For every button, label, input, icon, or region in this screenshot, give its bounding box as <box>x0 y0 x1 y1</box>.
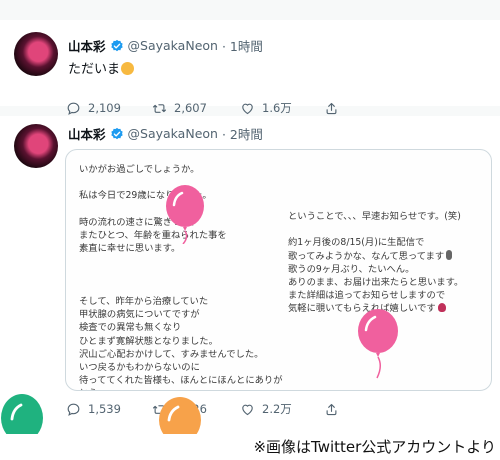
image-text-line-content: そして、昨年から治療していた <box>79 295 209 307</box>
reply-button[interactable]: 2,109 <box>66 101 152 116</box>
microphone-icon <box>446 249 453 260</box>
reply-icon <box>66 101 81 116</box>
image-text-line: ひとまず寛解状態となりました。 <box>79 335 283 348</box>
reply-count: 1,539 <box>88 402 121 416</box>
tweet-image[interactable]: いかがお過ごしでしょうか。 私は今日で29歳になりました。 時の流れの速さに驚きつつ… <box>65 149 492 391</box>
balloon-icon <box>1 394 43 434</box>
image-text-line: 歌ってみようかな、なんて思ってます <box>288 249 463 263</box>
retweet-icon <box>152 101 167 116</box>
tweet-actions: 2,109 2,607 1.6万 <box>66 100 339 116</box>
balloon-icon <box>166 185 204 244</box>
image-text-line-content: 約1ヶ月後の8/15(月)に生配信で <box>288 237 425 249</box>
image-text-line-content: 素直に幸せに思います。 <box>79 243 181 255</box>
image-text-line-content: 歌ってみようかな、なんて思ってます <box>288 250 445 262</box>
image-text-line-content: とう。 <box>79 388 106 390</box>
image-text-line: 歌うの9ヶ月ぶり、たいへん。 <box>288 263 463 276</box>
image-text-line-content: 歌うの9ヶ月ぶり、たいへん。 <box>288 263 415 275</box>
smiling-face-emoji-icon <box>121 62 135 75</box>
share-icon <box>324 101 339 116</box>
image-text-line-content: 甲状腺の病気についてですが <box>79 309 200 321</box>
like-icon <box>240 101 255 116</box>
image-text-line: そして、昨年から治療していた <box>79 295 283 308</box>
handle[interactable]: @SayakaNeon <box>128 126 218 141</box>
like-count: 1.6万 <box>262 101 292 115</box>
image-caption: ※画像はTwitter公式アカウントより <box>253 438 496 456</box>
image-text-line: いつ戻るかもわからないのに <box>79 361 283 374</box>
image-text-line-content: ひとまず寛解状態となりました。 <box>79 335 218 347</box>
display-name[interactable]: 山本彩 <box>68 36 106 55</box>
image-text-line-content: ということで、、、早速お知らせです。(笑) <box>288 211 461 222</box>
image-text-line: 待っててくれた皆様も、ほんとにほんとにありが <box>79 374 283 387</box>
balloon-icon <box>159 397 201 434</box>
image-text-line <box>79 255 283 268</box>
image-text-right: ということで、、、早速お知らせです。(笑) 約1ヶ月後の8/15(月)に生配信で歌… <box>288 210 463 316</box>
image-text-line-content: また詳細は追ってお知らせしますので <box>288 290 446 302</box>
image-text-line-content: 検査での異常も無くなり <box>79 322 182 334</box>
tweet-2[interactable]: 山本彩 @SayakaNeon · 2時間 いかがお過ごしでしょうか。 私は今日で… <box>0 116 500 434</box>
like-icon <box>240 402 255 417</box>
image-text-line: 素直に幸せに思います。 <box>79 242 283 255</box>
reply-button[interactable]: 1,539 <box>66 402 152 417</box>
verified-badge-icon <box>110 127 124 141</box>
image-text-line-content: 沢山ご心配おかけして、すみませんでした。 <box>79 348 264 360</box>
image-text-line-content: いかがお過ごしでしょうか。 <box>79 164 200 175</box>
balloon-icon <box>358 309 398 379</box>
share-button[interactable] <box>324 101 339 116</box>
timestamp[interactable]: · 2時間 <box>222 124 263 143</box>
tweet-text: ただいま <box>68 58 135 77</box>
image-text-line-content: ありのまま、お届け出来たらと思います。 <box>288 277 464 288</box>
image-text-line: 甲状腺の病気についてですが <box>79 308 283 321</box>
like-count: 2.2万 <box>262 402 292 416</box>
image-text-line: 検査での異常も無くなり <box>79 321 283 334</box>
image-text-line <box>79 269 283 282</box>
display-name[interactable]: 山本彩 <box>68 124 106 143</box>
image-text-line-content: いつ戻るかもわからないのに <box>79 361 200 373</box>
like-button[interactable]: 1.6万 <box>240 100 324 116</box>
rose-icon <box>437 303 446 313</box>
verified-badge-icon <box>110 39 124 53</box>
tweet-header: 山本彩 @SayakaNeon · 1時間 <box>68 36 263 55</box>
image-text-line: 沢山ご心配おかけして、すみませんでした。 <box>79 348 283 361</box>
reply-count: 2,109 <box>88 101 121 115</box>
tweet-text-content: ただいま <box>68 62 121 77</box>
image-text-line-content: 待っててくれた皆様も、ほんとにほんとにありが <box>79 375 283 387</box>
reply-icon <box>66 402 81 417</box>
share-icon <box>324 402 339 417</box>
image-text-line: ということで、、、早速お知らせです。(笑) <box>288 210 463 223</box>
timeline: 山本彩 @SayakaNeon · 1時間 ただいま 2,109 2,607 1… <box>0 0 500 434</box>
like-button[interactable]: 2.2万 <box>240 401 324 417</box>
image-text-line <box>79 282 283 295</box>
timestamp[interactable]: · 1時間 <box>222 36 263 55</box>
image-text-line: ありのまま、お届け出来たらと思います。 <box>288 276 463 289</box>
image-text-line: また詳細は追ってお知らせしますので <box>288 289 463 302</box>
image-text-line: いかがお過ごしでしょうか。 <box>79 163 283 176</box>
avatar[interactable] <box>14 124 58 168</box>
retweet-button[interactable]: 2,607 <box>152 101 240 116</box>
tweet-header: 山本彩 @SayakaNeon · 2時間 <box>68 124 263 143</box>
share-button[interactable] <box>324 402 339 417</box>
handle[interactable]: @SayakaNeon <box>128 38 218 53</box>
avatar[interactable] <box>14 32 58 76</box>
tweet-1[interactable]: 山本彩 @SayakaNeon · 1時間 ただいま 2,109 2,607 1… <box>0 20 500 115</box>
image-text-line: とう。 <box>79 387 283 390</box>
image-text-line <box>288 223 463 236</box>
image-text-line: 約1ヶ月後の8/15(月)に生配信で <box>288 236 463 249</box>
retweet-count: 2,607 <box>174 101 207 115</box>
